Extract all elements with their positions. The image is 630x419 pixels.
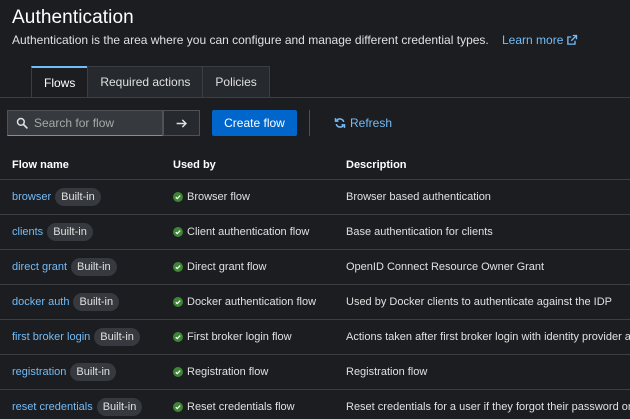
check-circle-icon xyxy=(173,332,183,342)
flow-name-link[interactable]: clients xyxy=(12,226,43,238)
check-circle-icon xyxy=(173,227,183,237)
built-in-badge: Built-in xyxy=(96,398,143,416)
used-by-value[interactable]: First broker login flow xyxy=(187,331,292,343)
built-in-badge: Built-in xyxy=(71,258,117,276)
external-link-icon xyxy=(567,34,578,45)
flow-name-link[interactable]: docker auth xyxy=(12,296,69,308)
check-circle-icon xyxy=(173,192,183,202)
refresh-label: Refresh xyxy=(350,116,393,130)
check-circle-icon xyxy=(173,367,183,377)
used-by-value[interactable]: Docker authentication flow xyxy=(187,296,316,308)
used-by-value[interactable]: Registration flow xyxy=(187,366,268,378)
used-by-value[interactable]: Reset credentials flow xyxy=(187,401,295,413)
tab-bar: Flows Required actions Policies xyxy=(31,66,270,97)
built-in-badge: Built-in xyxy=(94,328,140,346)
page-description: Authentication is the area where you can… xyxy=(12,33,489,47)
search-box xyxy=(7,110,163,136)
description-cell: OpenID Connect Resource Owner Grant xyxy=(346,261,545,273)
arrow-right-icon xyxy=(176,118,188,128)
used-by-value[interactable]: Client authentication flow xyxy=(187,226,309,238)
used-by-value[interactable]: Direct grant flow xyxy=(187,261,266,273)
flow-name-link[interactable]: first broker login xyxy=(12,331,90,343)
column-header-used-by[interactable]: Used by xyxy=(173,159,346,171)
create-flow-button[interactable]: Create flow xyxy=(212,110,297,136)
description-cell: Used by Docker clients to authenticate a… xyxy=(346,296,612,308)
built-in-badge: Built-in xyxy=(73,293,120,311)
flow-name-link[interactable]: direct grant xyxy=(12,261,67,273)
built-in-badge: Built-in xyxy=(70,363,117,381)
flows-panel: Create flow Refresh Flow name Used by De… xyxy=(0,97,630,419)
search-submit-button[interactable] xyxy=(163,110,200,136)
search-input[interactable] xyxy=(34,116,159,130)
built-in-badge: Built-in xyxy=(47,223,93,241)
flow-name-link[interactable]: reset credentials xyxy=(12,401,93,413)
toolbar-divider xyxy=(309,110,310,136)
description-cell: Registration flow xyxy=(346,366,428,378)
table-row: reset credentials Built-in Reset credenti… xyxy=(0,390,630,419)
learn-more-link[interactable]: Learn more xyxy=(502,33,578,47)
refresh-icon xyxy=(334,118,346,128)
learn-more-label: Learn more xyxy=(502,33,564,47)
table-row: docker auth Built-in Docker authenticatio… xyxy=(0,285,630,320)
search-icon xyxy=(16,117,28,129)
description-cell: Base authentication for clients xyxy=(346,226,493,238)
used-by-value[interactable]: Browser flow xyxy=(187,191,250,203)
tab-flows[interactable]: Flows xyxy=(31,66,89,97)
flows-table: Flow name Used by Description browser Bui… xyxy=(0,150,630,419)
flow-name-link[interactable]: browser xyxy=(12,191,51,203)
table-row: direct grant Built-in Direct grant flow O… xyxy=(0,250,630,285)
column-header-flow-name[interactable]: Flow name xyxy=(0,159,173,171)
check-circle-icon xyxy=(173,262,183,272)
page-header: Authentication Authentication is the are… xyxy=(0,0,630,97)
table-header: Flow name Used by Description xyxy=(0,150,630,180)
description-cell: Actions taken after first broker login w… xyxy=(346,331,630,343)
check-circle-icon xyxy=(173,402,183,412)
table-row: first broker login Built-in First broker … xyxy=(0,320,630,355)
toolbar: Create flow Refresh xyxy=(0,98,630,150)
page-title: Authentication xyxy=(12,7,134,28)
table-row: registration Built-in Registration flow R… xyxy=(0,355,630,390)
description-cell: Reset credentials for a user if they for… xyxy=(346,401,630,413)
column-header-description[interactable]: Description xyxy=(346,159,630,171)
description-cell: Browser based authentication xyxy=(346,191,491,203)
tab-required-actions[interactable]: Required actions xyxy=(87,66,204,97)
check-circle-icon xyxy=(173,297,183,307)
table-row: clients Built-in Client authentication fl… xyxy=(0,215,630,250)
tab-policies[interactable]: Policies xyxy=(202,66,270,97)
flow-name-link[interactable]: registration xyxy=(12,366,66,378)
built-in-badge: Built-in xyxy=(55,188,101,206)
table-row: browser Built-in Browser flow Browser bas… xyxy=(0,180,630,215)
refresh-button[interactable]: Refresh xyxy=(334,110,392,136)
